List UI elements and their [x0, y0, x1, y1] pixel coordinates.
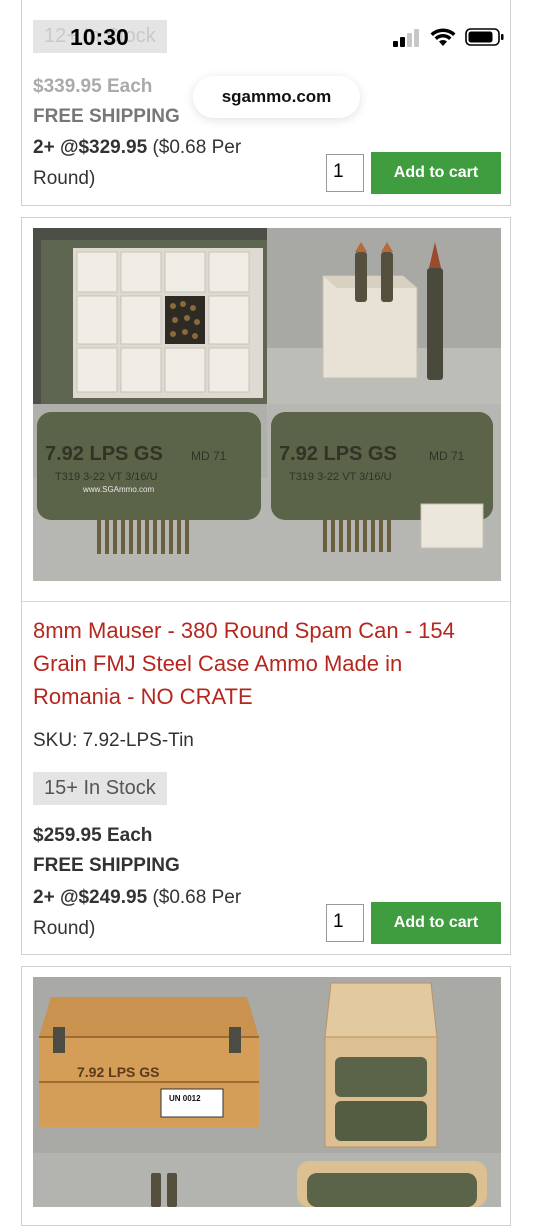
- shipping-label: FREE SHIPPING: [33, 106, 180, 127]
- product-sku: SKU: 7.92-LPS-Tin: [33, 730, 194, 751]
- bulk-price: 2+ @$249.95 ($0.68 Per Round): [33, 882, 303, 944]
- svg-text:T319 3-22 VT 3/16/U: T319 3-22 VT 3/16/U: [55, 471, 158, 483]
- shipping-label: FREE SHIPPING: [33, 855, 180, 876]
- bulk-price-value: 2+ @$329.95: [33, 137, 148, 158]
- battery-icon: [465, 28, 504, 46]
- product-list-page: 10:30 sgammo.com 12+ In Stock $339.95 Ea…: [0, 0, 554, 1226]
- status-time: 10:30: [70, 24, 129, 50]
- product-title-link[interactable]: 8mm Mauser - 380 Round Spam Can - 154 Gr…: [33, 614, 493, 713]
- add-to-cart-button[interactable]: Add to cart: [371, 152, 501, 194]
- quantity-input[interactable]: 1: [326, 154, 364, 192]
- bulk-price-value: 2+ @$249.95: [33, 887, 148, 908]
- price-each: $259.95 Each: [33, 825, 153, 846]
- svg-text:7.92 LPS GS: 7.92 LPS GS: [45, 443, 163, 465]
- svg-text:7.92 LPS GS: 7.92 LPS GS: [279, 443, 397, 465]
- stock-badge: 15+ In Stock: [33, 772, 167, 805]
- crate-label: 7.92 LPS GS: [77, 1064, 159, 1080]
- product-image[interactable]: 7.92 LPS GS UN 0012: [33, 977, 501, 1207]
- wifi-icon: [430, 28, 456, 46]
- svg-text:MD 71: MD 71: [429, 449, 465, 463]
- svg-text:www.SGAmmo.com: www.SGAmmo.com: [82, 485, 154, 494]
- divider: [22, 601, 510, 602]
- quantity-input[interactable]: 1: [326, 904, 364, 942]
- status-bar: 10:30: [0, 0, 554, 74]
- product-card-next: 7.92 LPS GS UN 0012: [21, 966, 511, 1226]
- product-image[interactable]: 7.92 LPS GS MD 71 T319 3-22 VT 3/16/U ww…: [33, 228, 501, 581]
- crate-tag-label: UN 0012: [169, 1094, 201, 1103]
- url-text: sgammo.com: [221, 87, 332, 106]
- svg-text:T319 3-22 VT 3/16/U: T319 3-22 VT 3/16/U: [289, 471, 392, 483]
- product-card-8mm-mauser: 7.92 LPS GS MD 71 T319 3-22 VT 3/16/U ww…: [21, 217, 511, 955]
- svg-text:MD 71: MD 71: [191, 449, 227, 463]
- browser-url-bar[interactable]: sgammo.com: [193, 76, 360, 118]
- bulk-price: 2+ @$329.95 ($0.68 Per Round): [33, 132, 303, 194]
- add-to-cart-button[interactable]: Add to cart: [371, 902, 501, 944]
- price-each: $339.95 Each: [33, 76, 153, 97]
- cellular-signal-icon: [393, 29, 419, 47]
